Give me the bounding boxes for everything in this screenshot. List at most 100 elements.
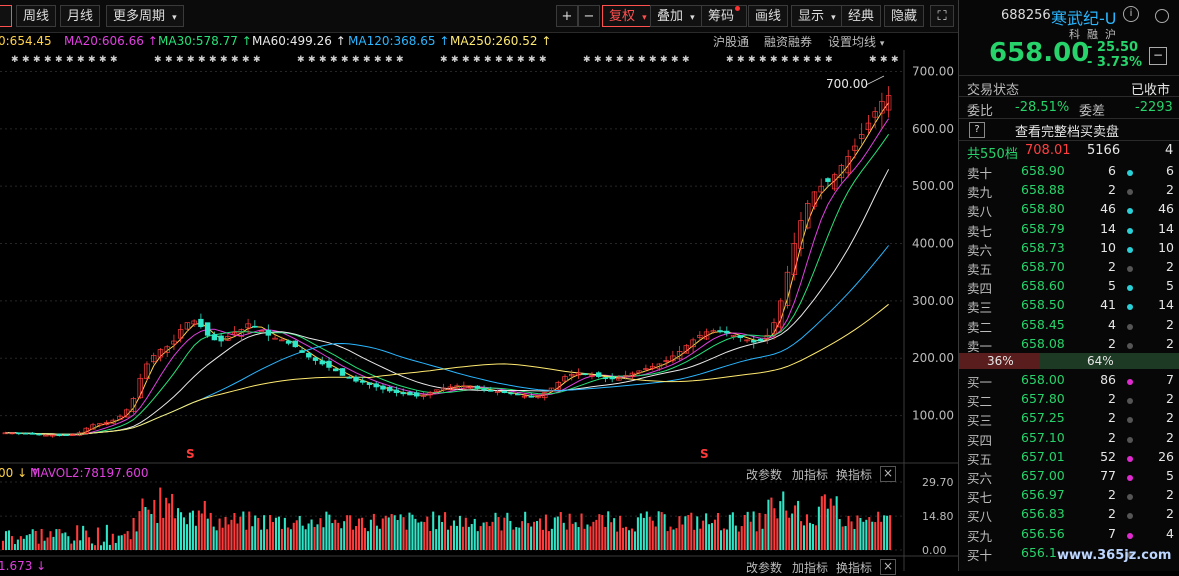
level-price: 658.45 [1021,316,1065,332]
hgt-link[interactable]: 沪股通 [713,33,749,50]
overlay-dropdown[interactable]: 叠加 ▾ [650,5,702,27]
info-icon[interactable]: i [1123,6,1139,22]
level-volume: 7 [1108,525,1116,541]
volume-bar [64,532,67,550]
volume-bar [533,521,536,550]
question-icon[interactable]: ? [969,122,985,138]
orderbook-row[interactable]: 买七 656.97 2 2 [959,485,1179,505]
volume-bar [191,510,194,550]
level-price: 658.08 [1021,335,1065,351]
volume-bar [340,528,343,550]
event-star-icon: ✱ [605,55,613,65]
volume-bar [304,529,307,550]
volume-bar [165,497,168,550]
orderbook-row[interactable]: 买八 656.83 2 2 [959,504,1179,524]
event-star-icon: ✱ [198,55,206,65]
volume-bar [708,524,711,550]
candle-body [582,373,588,376]
event-markers-row: ✱ ✱ ✱ ✱ ✱ ✱ ✱ ✱ ✱ ✱ ✱ ✱ ✱ ✱ ✱ ✱ ✱ ✱ ✱ ✱ ✱ ✱ ✱ ✱ ✱ ✱ ✱ ✱ ✱ ✱ ✱ ✱ ✱ ✱ ✱ ✱ ✱ ✱ ✱ ✱… [11,55,899,65]
orderbook-row[interactable]: 卖九 658.88 2 2 [959,180,1179,200]
display-dropdown[interactable]: 显示 ▾ [791,5,843,27]
orderbook-row[interactable]: 买六 657.00 77 5 [959,466,1179,486]
month-button[interactable]: 月线 [60,5,101,27]
event-star-icon: ✱ [319,55,327,65]
fuquan-dropdown[interactable]: 复权 ▾ [602,5,654,27]
level-label: 卖八 [967,204,993,220]
orderbook-row[interactable]: 买五 657.01 52 26 [959,447,1179,467]
volume-bar [387,517,390,550]
orderbook-row[interactable]: 买四 657.10 2 2 [959,428,1179,448]
volume-bar [672,529,675,550]
close-icon[interactable]: × [880,559,896,575]
change-params-button[interactable]: 改参数 [746,559,782,576]
volume-bar [607,511,610,550]
candle-body [474,385,481,389]
level-volume: 46 [1100,201,1116,217]
candle-body [279,339,285,342]
event-star-icon: ✱ [33,55,41,65]
level-label: 卖六 [967,242,993,258]
expand-icon[interactable]: ⛶ [930,5,954,27]
close-icon[interactable]: × [880,466,896,482]
level-count: 6 [1166,163,1174,178]
classic-button[interactable]: 经典 [841,5,882,27]
volume-bar [310,519,313,550]
kline-chart-area[interactable]: ✱ ✱ ✱ ✱ ✱ ✱ ✱ ✱ ✱ ✱ ✱ ✱ ✱ ✱ ✱ ✱ ✱ ✱ ✱ ✱ ✱ ✱ ✱ ✱ ✱ ✱ ✱ ✱ ✱ ✱ ✱ ✱ ✱ ✱ ✱ ✱ ✱ ✱ ✱ ✱… [0,50,958,575]
orderbook-row[interactable]: 卖六 658.73 10 10 [959,238,1179,258]
volume-bar [500,530,503,550]
switch-indicator-button[interactable]: 换指标 [836,559,872,576]
orderbook-row[interactable]: 买三 657.25 2 2 [959,408,1179,428]
candle-body [393,389,400,393]
change-params-button[interactable]: 改参数 [746,466,782,483]
volume-bar [838,519,841,550]
candle-body [319,360,325,365]
ma-settings-dropdown[interactable]: 设置均线 ▾ [828,33,884,50]
orderbook-row[interactable]: 买九 656.56 7 4 [959,524,1179,544]
hide-button[interactable]: 隐藏 [884,5,925,27]
full-orderbook-link[interactable]: 查看完整档买卖盘 [1015,121,1119,140]
orderbook-row[interactable]: 卖十 658.90 6 6 [959,161,1179,181]
ma250-line [5,303,889,435]
volume-bar [126,531,129,550]
orderbook-row[interactable]: 买一 658.00 86 7 [959,370,1179,390]
switch-indicator-button[interactable]: 换指标 [836,466,872,483]
collapse-button[interactable]: − [1149,47,1167,65]
chips-button[interactable]: 筹码 [701,5,748,27]
volume-bar [814,525,817,550]
volume-bar [197,510,200,550]
candle-body [312,357,319,361]
volume-bar [177,508,180,550]
volume-bar [257,518,260,550]
candle-body [339,368,346,376]
candle-body [609,376,615,380]
period-cut-button[interactable] [0,5,12,27]
orderbook-row[interactable]: 卖一 658.08 2 2 [959,334,1179,354]
add-indicator-button[interactable]: 加指标 [792,559,828,576]
volume-bar [883,515,886,550]
sc-toggle-icon[interactable] [1155,9,1169,23]
orderbook-row[interactable]: 卖三 658.50 41 14 [959,295,1179,315]
event-star-icon: ✱ [880,55,888,65]
orderbook-row[interactable]: 卖五 658.70 2 2 [959,257,1179,277]
orderbook-row[interactable]: 买二 657.80 2 2 [959,389,1179,409]
week-button[interactable]: 周线 [16,5,57,27]
volume-bar [129,539,132,550]
volume-bar [556,516,559,550]
zoom-in-button[interactable]: + [556,5,578,27]
margin-trading-link[interactable]: 融资融券 [764,33,812,50]
event-star-icon: ✱ [231,55,239,65]
volume-bar [559,512,562,550]
event-star-icon: ✱ [396,55,404,65]
volume-bar [363,527,367,550]
orderbook-row[interactable]: 卖八 658.80 46 46 [959,199,1179,220]
more-periods-dropdown[interactable]: 更多周期 ▾ [106,5,184,27]
kline-svg[interactable]: ✱ ✱ ✱ ✱ ✱ ✱ ✱ ✱ ✱ ✱ ✱ ✱ ✱ ✱ ✱ ✱ ✱ ✱ ✱ ✱ ✱ ✱ ✱ ✱ ✱ ✱ ✱ ✱ ✱ ✱ ✱ ✱ ✱ ✱ ✱ ✱ ✱ ✱ ✱ ✱… [0,50,958,571]
draw-line-button[interactable]: 画线 [748,5,789,27]
orderbook-row[interactable]: 卖二 658.45 4 2 [959,315,1179,335]
orderbook-row[interactable]: 卖七 658.79 14 14 [959,219,1179,239]
orderbook-row[interactable]: 卖四 658.60 5 5 [959,276,1179,296]
add-indicator-button[interactable]: 加指标 [792,466,828,483]
level-count: 2 [1166,316,1174,332]
volume-bar [135,531,138,550]
zoom-out-button[interactable]: − [578,5,600,27]
